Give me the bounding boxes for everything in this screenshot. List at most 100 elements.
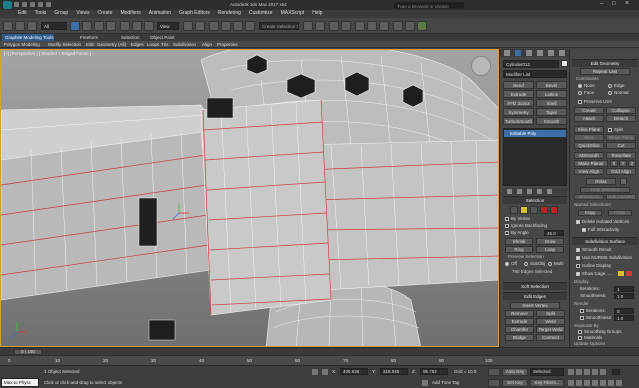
preview-subobj-radio[interactable]: SubObj: [524, 261, 545, 266]
render-production-icon[interactable]: [417, 21, 427, 31]
selection-filter-dropdown[interactable]: All: [41, 22, 67, 30]
smooth-result-checkbox[interactable]: Smooth Result: [576, 247, 612, 252]
redo-icon[interactable]: [46, 2, 51, 7]
menu-create[interactable]: Create: [93, 10, 116, 17]
render-iterations-spinner[interactable]: 0: [614, 308, 634, 314]
isoline-display-checkbox[interactable]: Isoline Display: [576, 263, 611, 268]
go-to-end-icon[interactable]: [600, 369, 606, 375]
open-icon[interactable]: [22, 2, 27, 7]
menu-graph-editors[interactable]: Graph Editors: [175, 10, 214, 17]
selection-rollout-header[interactable]: Selection: [503, 196, 567, 204]
maximize-icon[interactable]: □: [612, 1, 622, 9]
ring-button[interactable]: Ring: [505, 246, 533, 253]
select-object-icon[interactable]: [70, 21, 80, 31]
ribbon-subdivision[interactable]: Subdivision: [173, 42, 196, 47]
save-icon[interactable]: [30, 2, 35, 7]
align-icon[interactable]: [315, 21, 325, 31]
play-icon[interactable]: [584, 369, 590, 375]
ribbon-tris[interactable]: Tris: [161, 42, 168, 47]
border-mode-icon[interactable]: [530, 206, 538, 214]
select-by-name-icon[interactable]: [82, 21, 92, 31]
lattice-button[interactable]: Lattice: [536, 90, 567, 98]
remove-modifier-icon[interactable]: [537, 189, 542, 194]
lock-selection-icon[interactable]: [312, 369, 318, 375]
polygon-mode-icon[interactable]: [540, 206, 548, 214]
next-frame-icon[interactable]: [592, 369, 598, 375]
hide-selected-button[interactable]: Hide Selected: [580, 187, 630, 193]
extrude-mod-button[interactable]: Extrude: [503, 90, 534, 98]
delete-isolated-checkbox[interactable]: Delete Isolated Vertices: [576, 219, 629, 224]
angle-spinner[interactable]: 45.0: [544, 230, 564, 236]
named-selection-sets-dropdown[interactable]: Create Selection Se: [259, 22, 299, 30]
set-key-mode-icon[interactable]: [488, 368, 500, 376]
rotate-icon[interactable]: [132, 21, 142, 31]
ribbon-loops[interactable]: Loops: [147, 42, 159, 47]
repeat-last-button[interactable]: Repeat Last: [580, 68, 630, 75]
connect-button[interactable]: Connect: [536, 334, 565, 341]
msmooth-button[interactable]: MSmooth: [574, 152, 604, 159]
scale-icon[interactable]: [144, 21, 154, 31]
menu-animation[interactable]: Animation: [145, 10, 175, 17]
ribbon-edges[interactable]: Edges: [131, 42, 144, 47]
display-smoothness-spinner[interactable]: 1.0: [614, 293, 634, 299]
bevel-button[interactable]: Bevel: [536, 81, 567, 89]
extrude-edge-button[interactable]: Extrude: [505, 318, 534, 325]
shrink-button[interactable]: Shrink: [505, 238, 533, 245]
redo-tool-icon[interactable]: [15, 21, 25, 31]
cut-button[interactable]: Cut: [606, 142, 636, 149]
weld-button[interactable]: Weld: [536, 318, 565, 325]
constraint-edge-radio[interactable]: Edge: [608, 83, 625, 88]
target-weld-button[interactable]: Target Weld: [536, 326, 565, 333]
view-align-button[interactable]: View Align: [574, 168, 604, 175]
percent-snap-icon[interactable]: [233, 21, 243, 31]
planar-z-button[interactable]: Z: [628, 160, 636, 167]
reset-plane-button[interactable]: Reset Plane: [606, 134, 636, 141]
tab-graphite-modeling-tools[interactable]: Graphite Modeling Tools: [2, 34, 54, 41]
rendered-frame-window-icon[interactable]: [405, 21, 415, 31]
split-checkbox[interactable]: Split: [608, 127, 623, 132]
ignore-backfacing-checkbox[interactable]: Ignore Backfacing: [505, 223, 547, 228]
maxscript-listener-input[interactable]: Max to Physc: [1, 378, 39, 387]
paste-button[interactable]: Paste: [608, 210, 632, 216]
ribbon-polygon-modeling[interactable]: Polygon Modeling: [4, 42, 40, 47]
taper-button[interactable]: Taper: [536, 108, 567, 116]
orbit-icon[interactable]: [608, 380, 614, 386]
menu-views[interactable]: Views: [72, 10, 93, 17]
edit-edges-rollout-header[interactable]: Edit Edges: [503, 292, 567, 300]
vertex-mode-icon[interactable]: [510, 206, 518, 214]
move-icon[interactable]: [120, 21, 130, 31]
relax-button[interactable]: Relax: [586, 178, 616, 185]
render-setup-icon[interactable]: [393, 21, 403, 31]
menu-group[interactable]: Group: [50, 10, 72, 17]
curve-editor-icon[interactable]: [355, 21, 365, 31]
render-iterations-checkbox[interactable]: Iterations:: [580, 308, 606, 313]
key-set-dropdown[interactable]: Selected: [530, 368, 564, 376]
shell-button[interactable]: Shell: [536, 99, 567, 107]
chamfer-button[interactable]: Chamfer: [505, 326, 534, 333]
preserve-uvs-checkbox[interactable]: Preserve UVs: [578, 99, 612, 104]
zoom-all-icon[interactable]: [576, 380, 582, 386]
display-iterations-spinner[interactable]: 1: [614, 286, 634, 292]
cage-selection-color-swatch[interactable]: [626, 271, 632, 276]
turbosmooth-button[interactable]: TurboSmooth: [503, 117, 534, 125]
grid-align-button[interactable]: Grid Align: [606, 168, 636, 175]
grow-button[interactable]: Grow: [536, 238, 564, 245]
ribbon-align[interactable]: Align: [202, 42, 212, 47]
viewcube-icon[interactable]: [471, 56, 491, 76]
rectangular-selection-icon[interactable]: [94, 21, 104, 31]
object-color-swatch[interactable]: [561, 60, 568, 67]
subdivision-rollout-header[interactable]: Subdivision Surface: [572, 237, 638, 245]
planar-x-button[interactable]: X: [610, 160, 618, 167]
track-bar[interactable]: 0 10 20 30 40 50 60 70 80 90 100: [0, 355, 639, 365]
utilities-tab-icon[interactable]: [559, 50, 565, 56]
previous-frame-icon[interactable]: [576, 369, 582, 375]
angle-snap-icon[interactable]: [221, 21, 231, 31]
set-key-button[interactable]: Set Key: [502, 379, 528, 387]
zoom-icon[interactable]: [568, 380, 574, 386]
slice-plane-button[interactable]: Slice Plane: [574, 126, 604, 133]
make-unique-icon[interactable]: [527, 189, 532, 194]
collapse-button[interactable]: Collapse: [606, 107, 636, 114]
maximize-viewport-icon[interactable]: [616, 380, 622, 386]
constraint-normal-radio[interactable]: Normal: [608, 90, 629, 95]
absolute-mode-icon[interactable]: [322, 369, 328, 375]
